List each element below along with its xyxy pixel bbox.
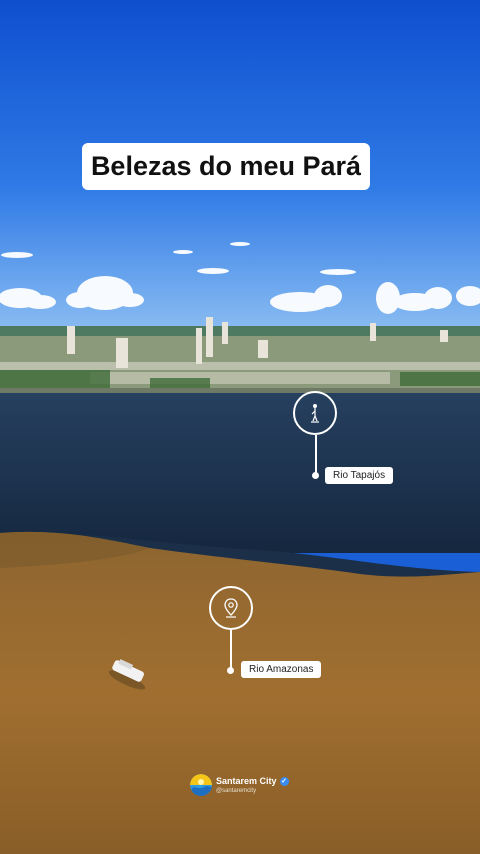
watermark-handle: @santaremcity [216, 787, 257, 794]
verified-check-icon: ✓ [279, 776, 289, 786]
amazonas-label-text: Rio Amazonas [249, 664, 314, 675]
tapajos-label: Rio Tapajós [325, 467, 394, 484]
tapajos-label-text: Rio Tapajós [333, 470, 386, 481]
wakeboarder-icon [311, 404, 319, 423]
amazonas-marker-dot [227, 667, 234, 674]
aerial-river-photo [0, 0, 480, 854]
title-card: Belezas do meu Pará [82, 143, 370, 190]
tapajos-marker-ring [293, 391, 337, 435]
santarem-city-logo [190, 774, 212, 796]
tapajos-water [0, 393, 480, 553]
tapajos-marker-dot [312, 472, 319, 479]
amazonas-marker-line [230, 630, 232, 668]
amazonas-marker-ring [209, 586, 253, 630]
amazonas-label: Rio Amazonas [241, 661, 322, 678]
watermark: Santarem City ✓ @santaremcity [190, 774, 289, 796]
page-title: Belezas do meu Pará [90, 151, 362, 181]
amazonas-water [0, 531, 480, 854]
tapajos-marker-line [315, 435, 317, 473]
location-pin-icon [224, 598, 238, 618]
watermark-name: Santarem City [216, 775, 277, 786]
